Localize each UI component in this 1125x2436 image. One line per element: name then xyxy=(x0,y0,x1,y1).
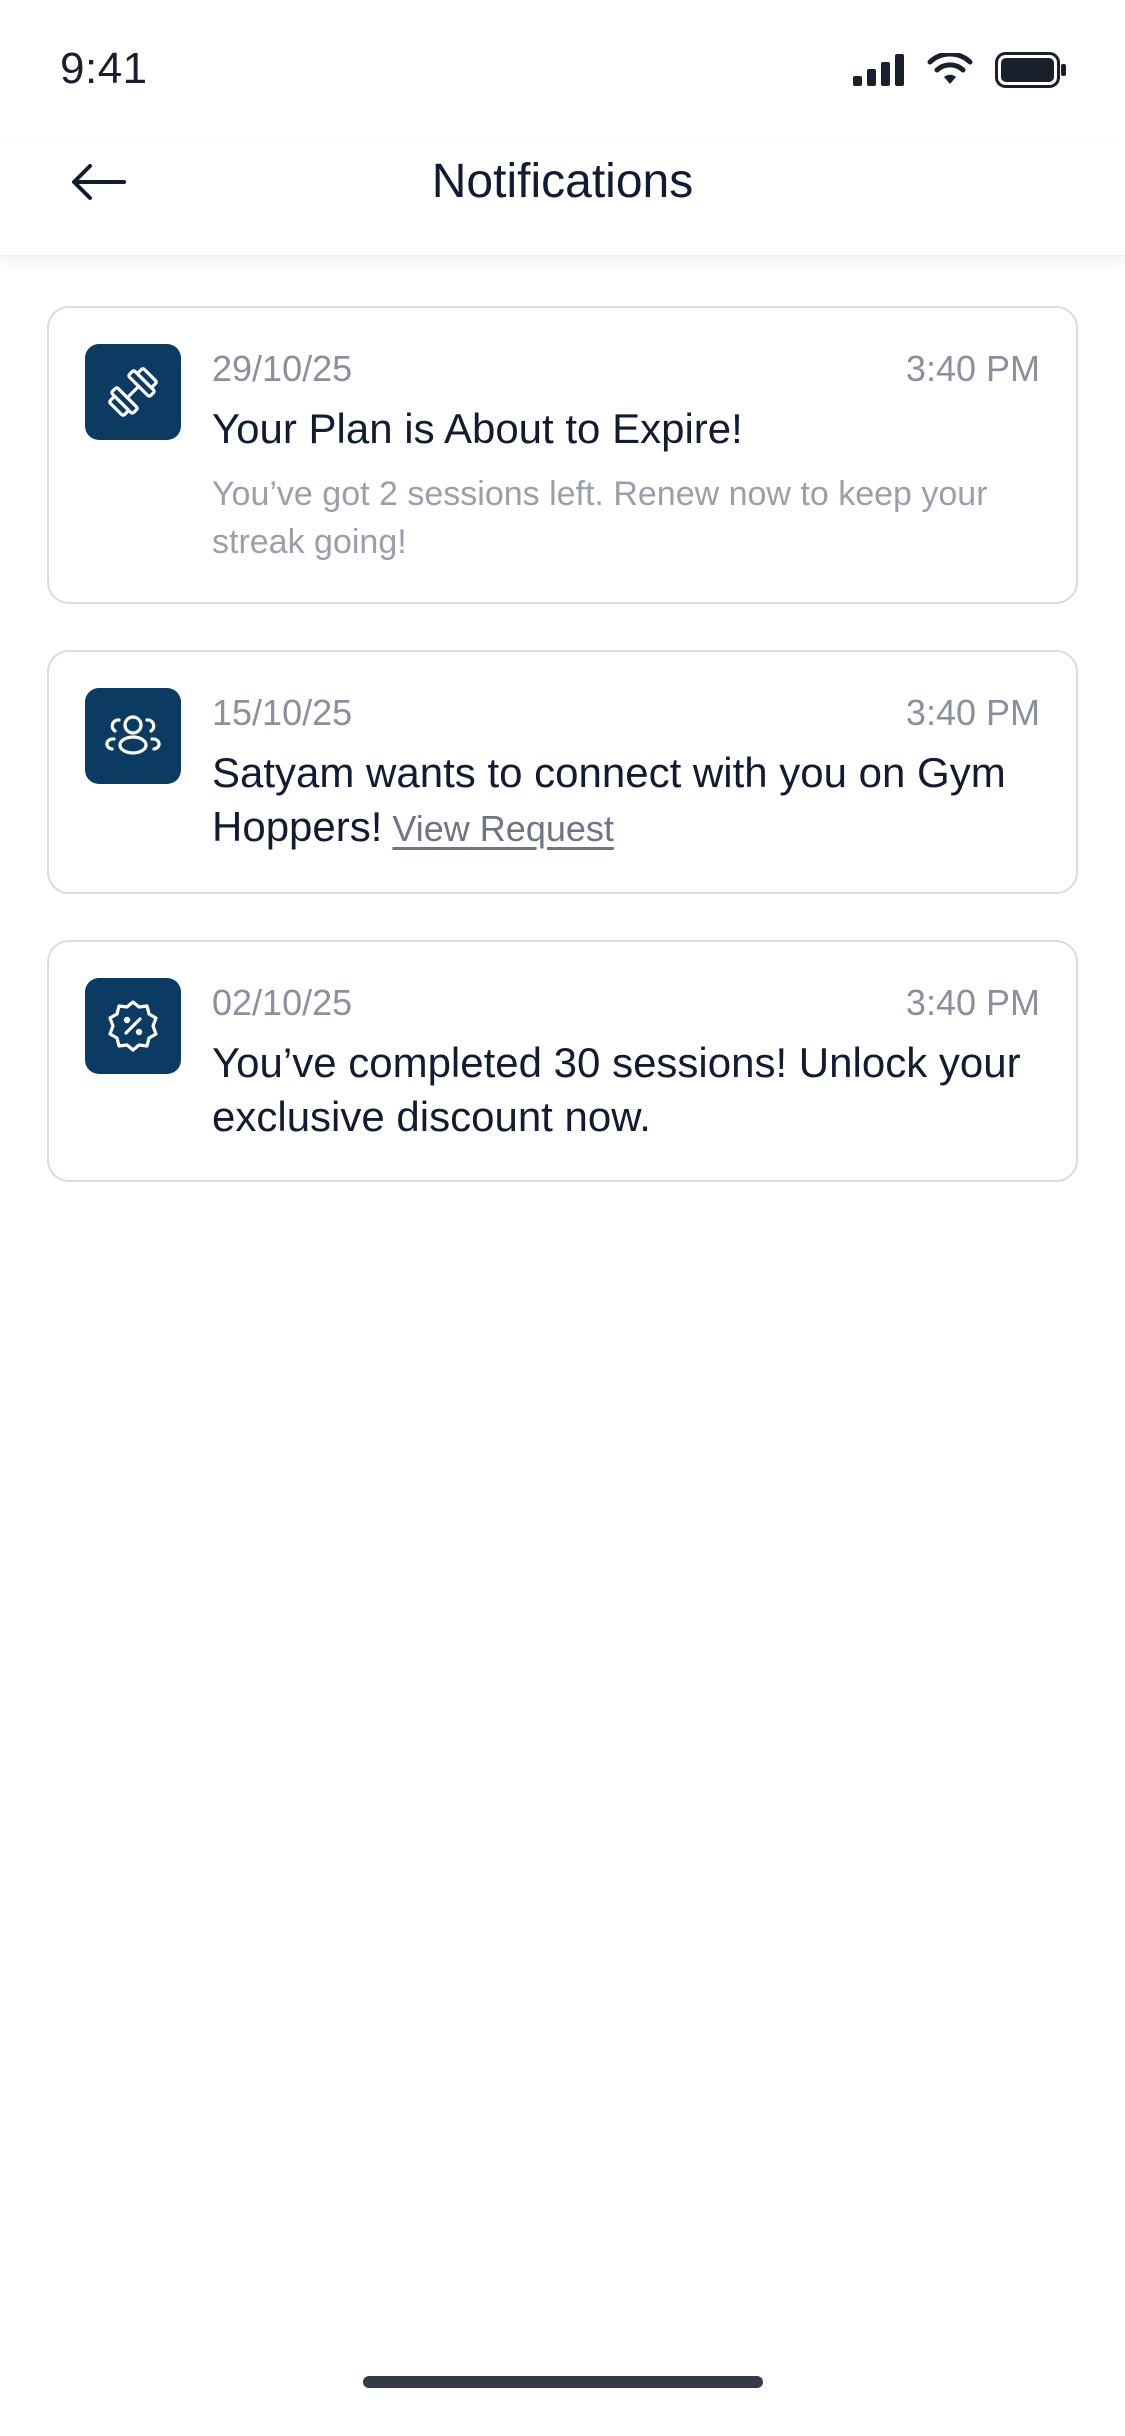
card-meta: 15/10/25 3:40 PM xyxy=(212,688,1040,738)
notification-title: Your Plan is About to Expire! xyxy=(212,405,743,452)
page-title: Notifications xyxy=(431,155,694,208)
card-meta: 02/10/25 3:40 PM xyxy=(212,978,1040,1028)
notification-date: 15/10/25 xyxy=(212,692,353,733)
dumbbell-icon xyxy=(85,344,181,440)
notification-date: 02/10/25 xyxy=(212,982,353,1023)
notification-card-connect-request[interactable]: 15/10/25 3:40 PM Satyam wants to connect… xyxy=(47,650,1078,894)
discount-badge-icon xyxy=(85,978,181,1074)
battery-icon xyxy=(995,52,1066,88)
notification-date: 29/10/25 xyxy=(212,348,353,389)
notification-card-discount[interactable]: 02/10/25 3:40 PM You’ve completed 30 ses… xyxy=(47,940,1078,1182)
view-request-link[interactable]: View Request xyxy=(392,808,613,849)
notification-title: You’ve completed 30 sessions! Unlock you… xyxy=(212,1039,1021,1140)
status-bar: 9:41 xyxy=(0,0,1125,140)
notification-title-block: Satyam wants to connect with you on Gym … xyxy=(212,746,1040,856)
notification-list: 29/10/25 3:40 PM Your Plan is About to E… xyxy=(47,306,1078,1228)
status-time: 9:41 xyxy=(60,44,148,93)
home-indicator xyxy=(363,2376,763,2388)
wifi-icon xyxy=(927,53,973,84)
notification-time: 3:40 PM xyxy=(905,692,1040,733)
card-meta: 29/10/25 3:40 PM xyxy=(212,344,1040,394)
notification-time: 3:40 PM xyxy=(905,982,1040,1023)
notification-body: You’ve got 2 sessions left. Renew now to… xyxy=(212,475,988,561)
notification-card-plan-expiry[interactable]: 29/10/25 3:40 PM Your Plan is About to E… xyxy=(47,306,1078,604)
users-icon xyxy=(85,688,181,784)
cellular-signal-icon xyxy=(853,54,904,86)
notification-time: 3:40 PM xyxy=(905,348,1040,389)
status-icons xyxy=(853,52,1067,88)
app-header: Notifications xyxy=(0,140,1125,256)
